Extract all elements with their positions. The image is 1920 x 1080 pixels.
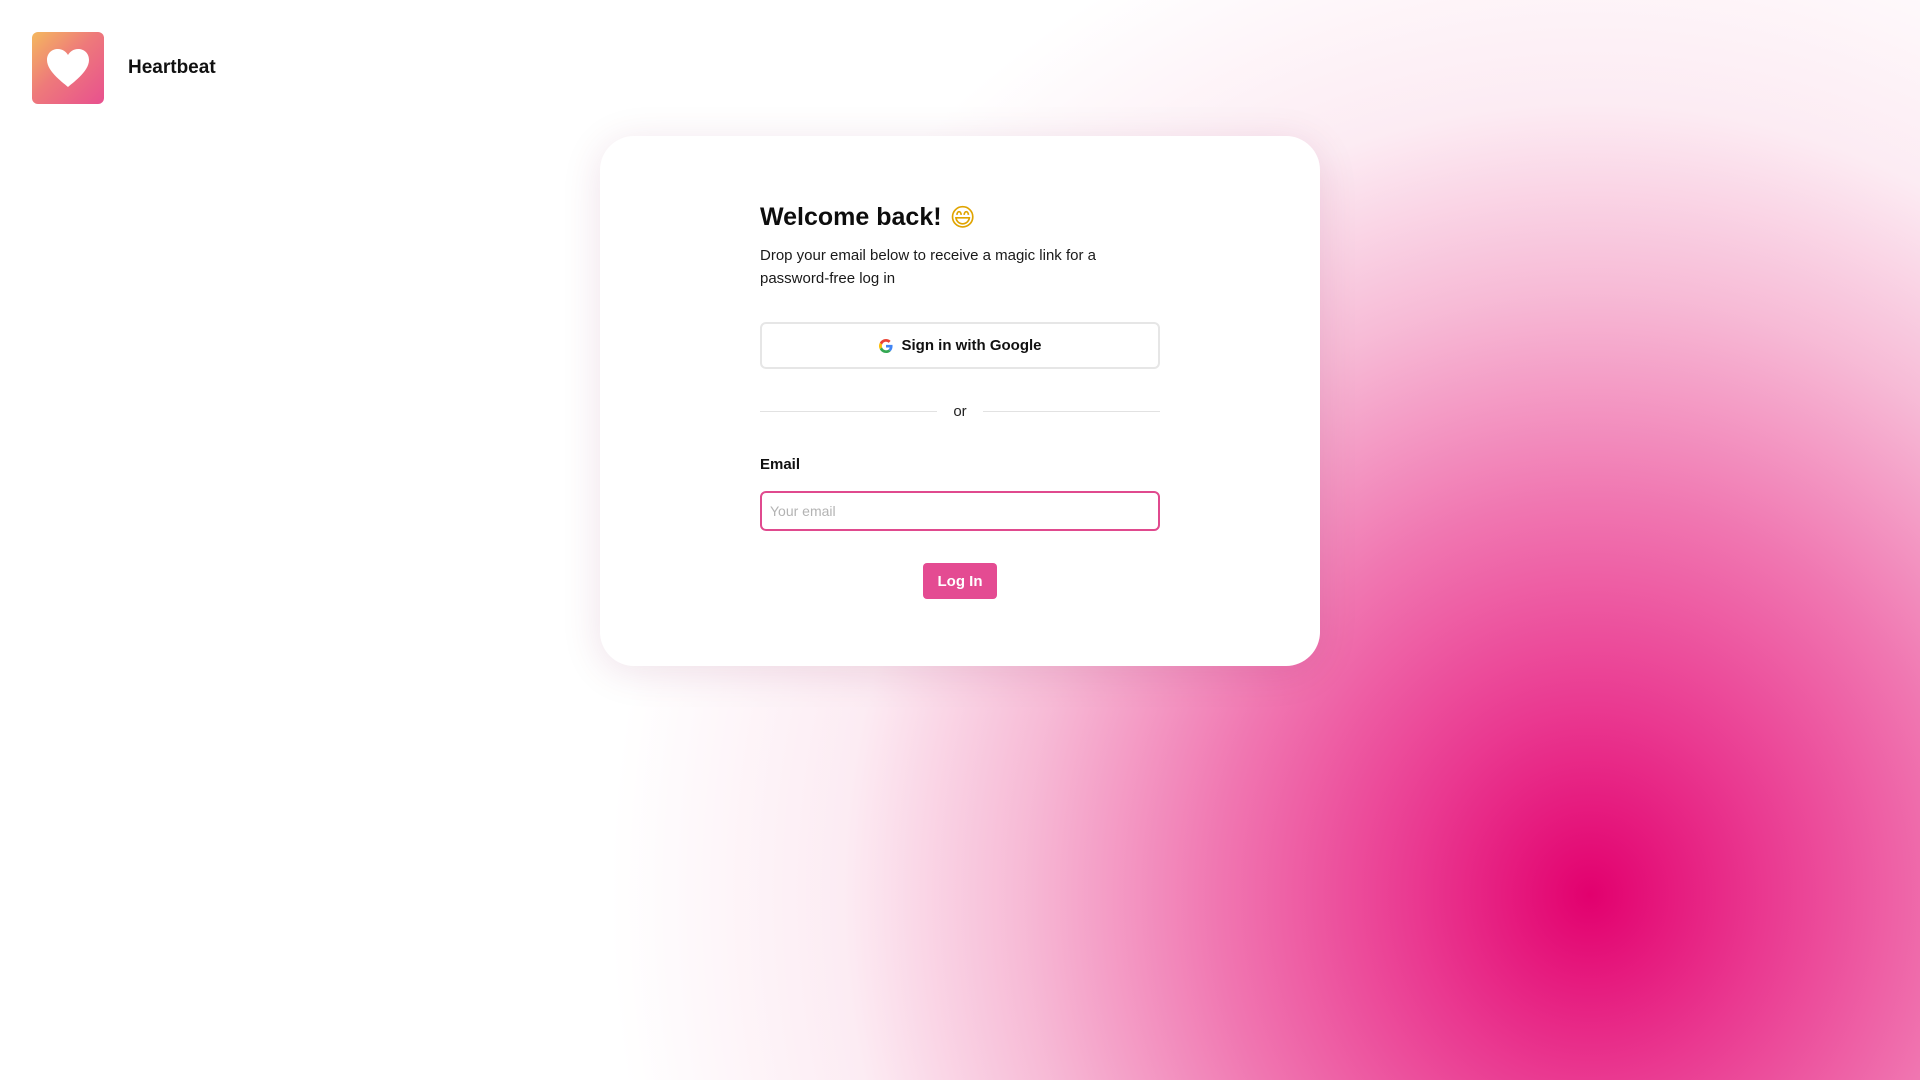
login-form: Welcome back! 😄 Drop your email below to…	[760, 200, 1160, 599]
heart-icon	[47, 49, 89, 87]
divider-line-right	[982, 411, 1160, 412]
or-divider: or	[760, 403, 1160, 420]
email-input[interactable]	[760, 491, 1160, 531]
app-logo	[32, 32, 104, 104]
page-title: Welcome back! 😄	[760, 200, 1160, 234]
google-button-label: Sign in with Google	[901, 337, 1042, 354]
divider-line-left	[760, 411, 938, 412]
login-card: Welcome back! 😄 Drop your email below to…	[600, 136, 1320, 666]
login-subtitle: Drop your email below to receive a magic…	[760, 247, 1096, 287]
smile-emoji-icon: 😄	[949, 202, 976, 232]
divider-text: or	[953, 403, 967, 420]
email-label: Email	[760, 456, 801, 473]
app-name: Heartbeat	[128, 57, 216, 78]
sign-in-with-google-button[interactable]: Sign in with Google	[760, 322, 1160, 369]
google-icon	[878, 338, 893, 353]
title-text: Welcome back!	[760, 202, 942, 231]
submit-row: Log In	[760, 563, 1160, 599]
brand-header: Heartbeat	[32, 32, 216, 104]
log-in-button[interactable]: Log In	[923, 563, 997, 599]
